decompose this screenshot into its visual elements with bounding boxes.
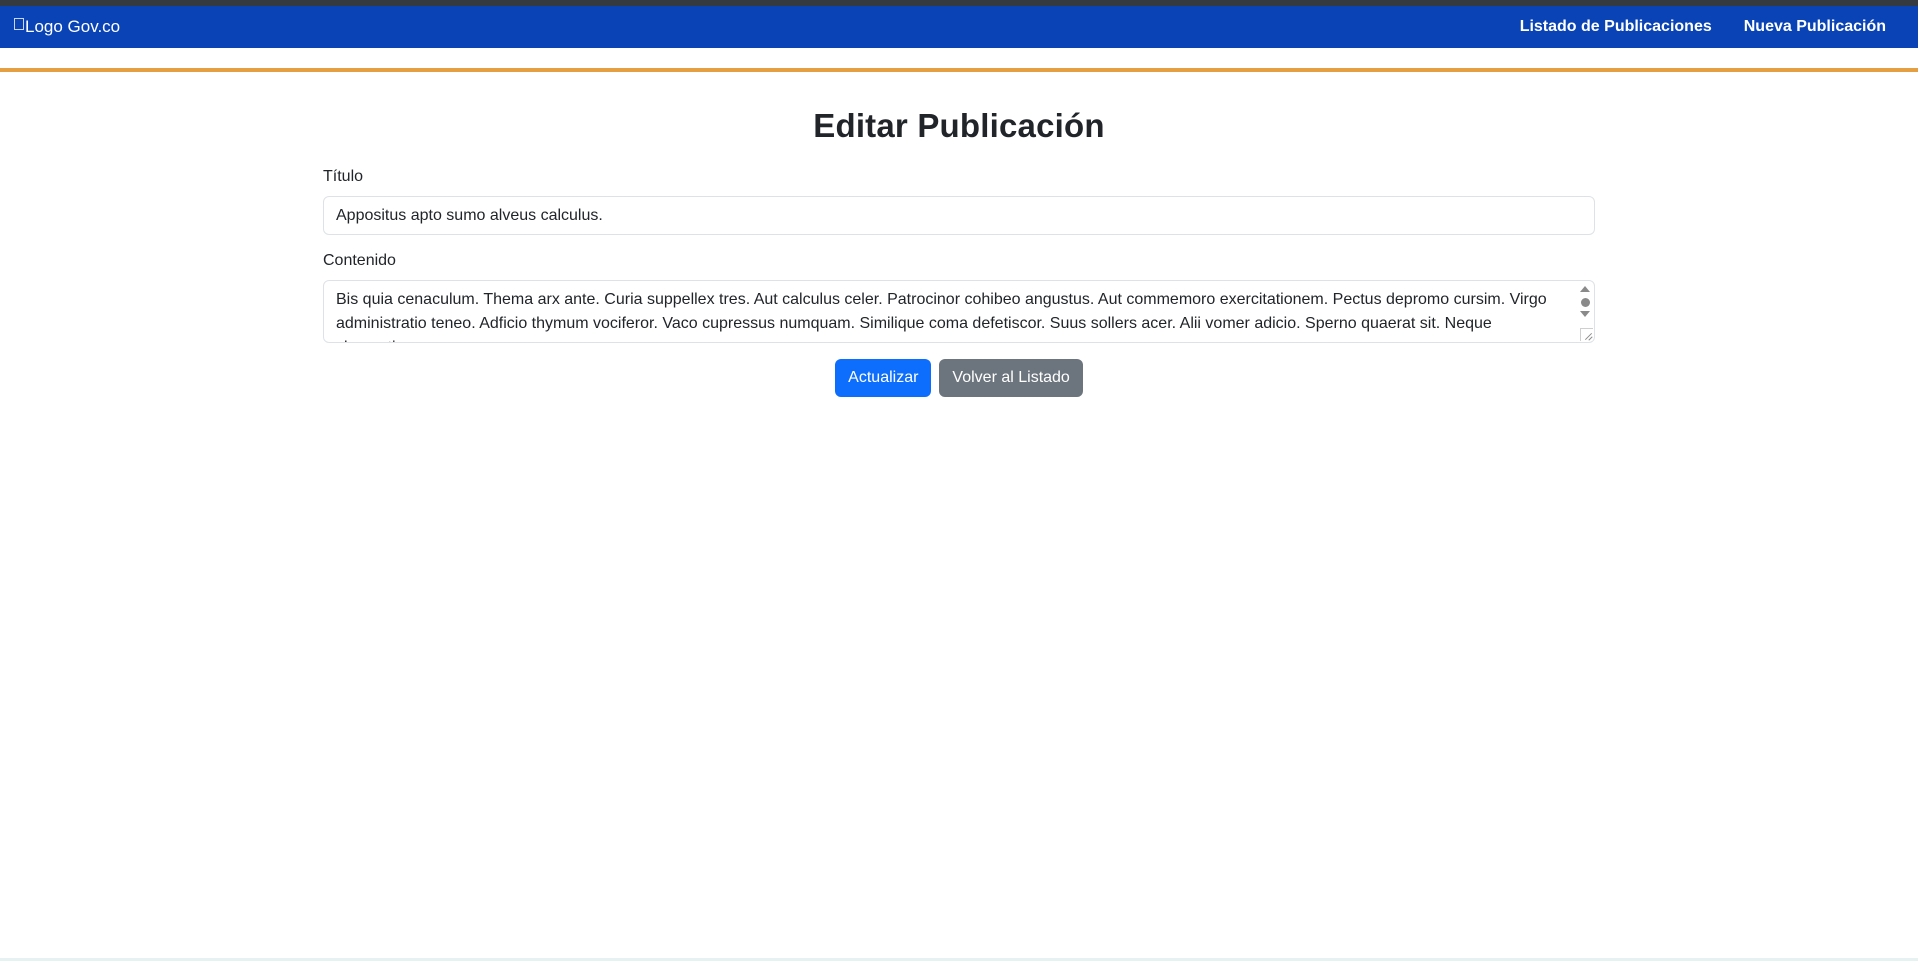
form-actions: Actualizar Volver al Listado [323, 359, 1595, 397]
scroll-up-arrow-icon[interactable] [1580, 286, 1590, 292]
page-title: Editar Publicación [813, 107, 1105, 144]
logo-alt-text: Logo Gov.co [25, 17, 121, 36]
title-group: Título Appositus apto sumo alveus calcul… [323, 168, 1595, 235]
content-group: Contenido Bis quia cenaculum. Thema arx … [323, 252, 1595, 343]
back-to-list-button[interactable]: Volver al Listado [939, 359, 1083, 397]
content-textarea[interactable]: Bis quia cenaculum. Thema arx ante. Curi… [323, 280, 1595, 343]
content-label: Contenido [323, 252, 396, 269]
textarea-scrollbar[interactable] [1578, 283, 1592, 328]
nav-link-listado[interactable]: Listado de Publicaciones [1520, 18, 1712, 36]
header-spacer [0, 48, 1918, 68]
main-content: Editar Publicación Título Appositus apto… [323, 72, 1595, 397]
navbar: Logo Gov.co Listado de Publicaciones Nue… [0, 6, 1918, 48]
nav-links: Listado de Publicaciones Nueva Publicaci… [1520, 18, 1904, 36]
title-input[interactable]: Appositus apto sumo alveus calculus. [323, 196, 1595, 235]
nav-link-nueva-publicacion[interactable]: Nueva Publicación [1744, 18, 1886, 36]
update-button[interactable]: Actualizar [835, 359, 932, 397]
logo[interactable]: Logo Gov.co [14, 17, 120, 37]
content-textarea-text[interactable]: Bis quia cenaculum. Thema arx ante. Curi… [324, 281, 1594, 342]
title-label: Título [323, 168, 364, 185]
scroll-down-arrow-icon[interactable] [1580, 311, 1590, 317]
resize-handle-icon[interactable] [1580, 328, 1593, 341]
broken-image-icon [14, 18, 24, 30]
scroll-thumb[interactable] [1580, 298, 1590, 307]
